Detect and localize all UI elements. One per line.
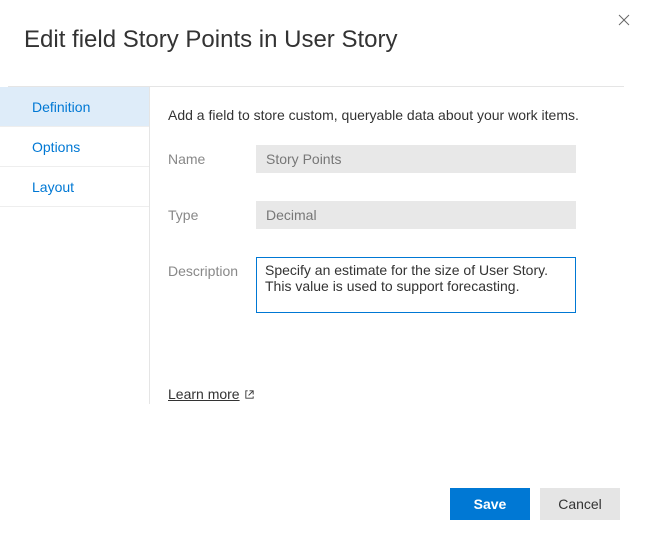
sidebar-item-layout[interactable]: Layout xyxy=(0,167,149,207)
close-icon xyxy=(618,14,630,26)
dialog-title: Edit field Story Points in User Story xyxy=(24,26,624,54)
cancel-button[interactable]: Cancel xyxy=(540,488,620,520)
sidebar-item-definition[interactable]: Definition xyxy=(0,87,149,127)
learn-more-link[interactable]: Learn more xyxy=(168,386,255,402)
dialog-footer: Save Cancel xyxy=(450,488,620,520)
description-label: Description xyxy=(168,257,256,279)
close-button[interactable] xyxy=(612,8,636,32)
type-input xyxy=(256,201,576,229)
sidebar-item-label: Definition xyxy=(32,99,90,115)
main-panel: Add a field to store custom, queryable d… xyxy=(150,87,624,404)
type-label: Type xyxy=(168,201,256,223)
learn-more-label: Learn more xyxy=(168,386,240,402)
sidebar-item-label: Options xyxy=(32,139,80,155)
sidebar: Definition Options Layout xyxy=(0,87,150,404)
external-link-icon xyxy=(244,389,255,400)
description-textarea[interactable] xyxy=(256,257,576,313)
name-label: Name xyxy=(168,145,256,167)
helper-text: Add a field to store custom, queryable d… xyxy=(168,107,616,123)
sidebar-item-label: Layout xyxy=(32,179,74,195)
sidebar-item-options[interactable]: Options xyxy=(0,127,149,167)
save-button[interactable]: Save xyxy=(450,488,530,520)
name-input xyxy=(256,145,576,173)
